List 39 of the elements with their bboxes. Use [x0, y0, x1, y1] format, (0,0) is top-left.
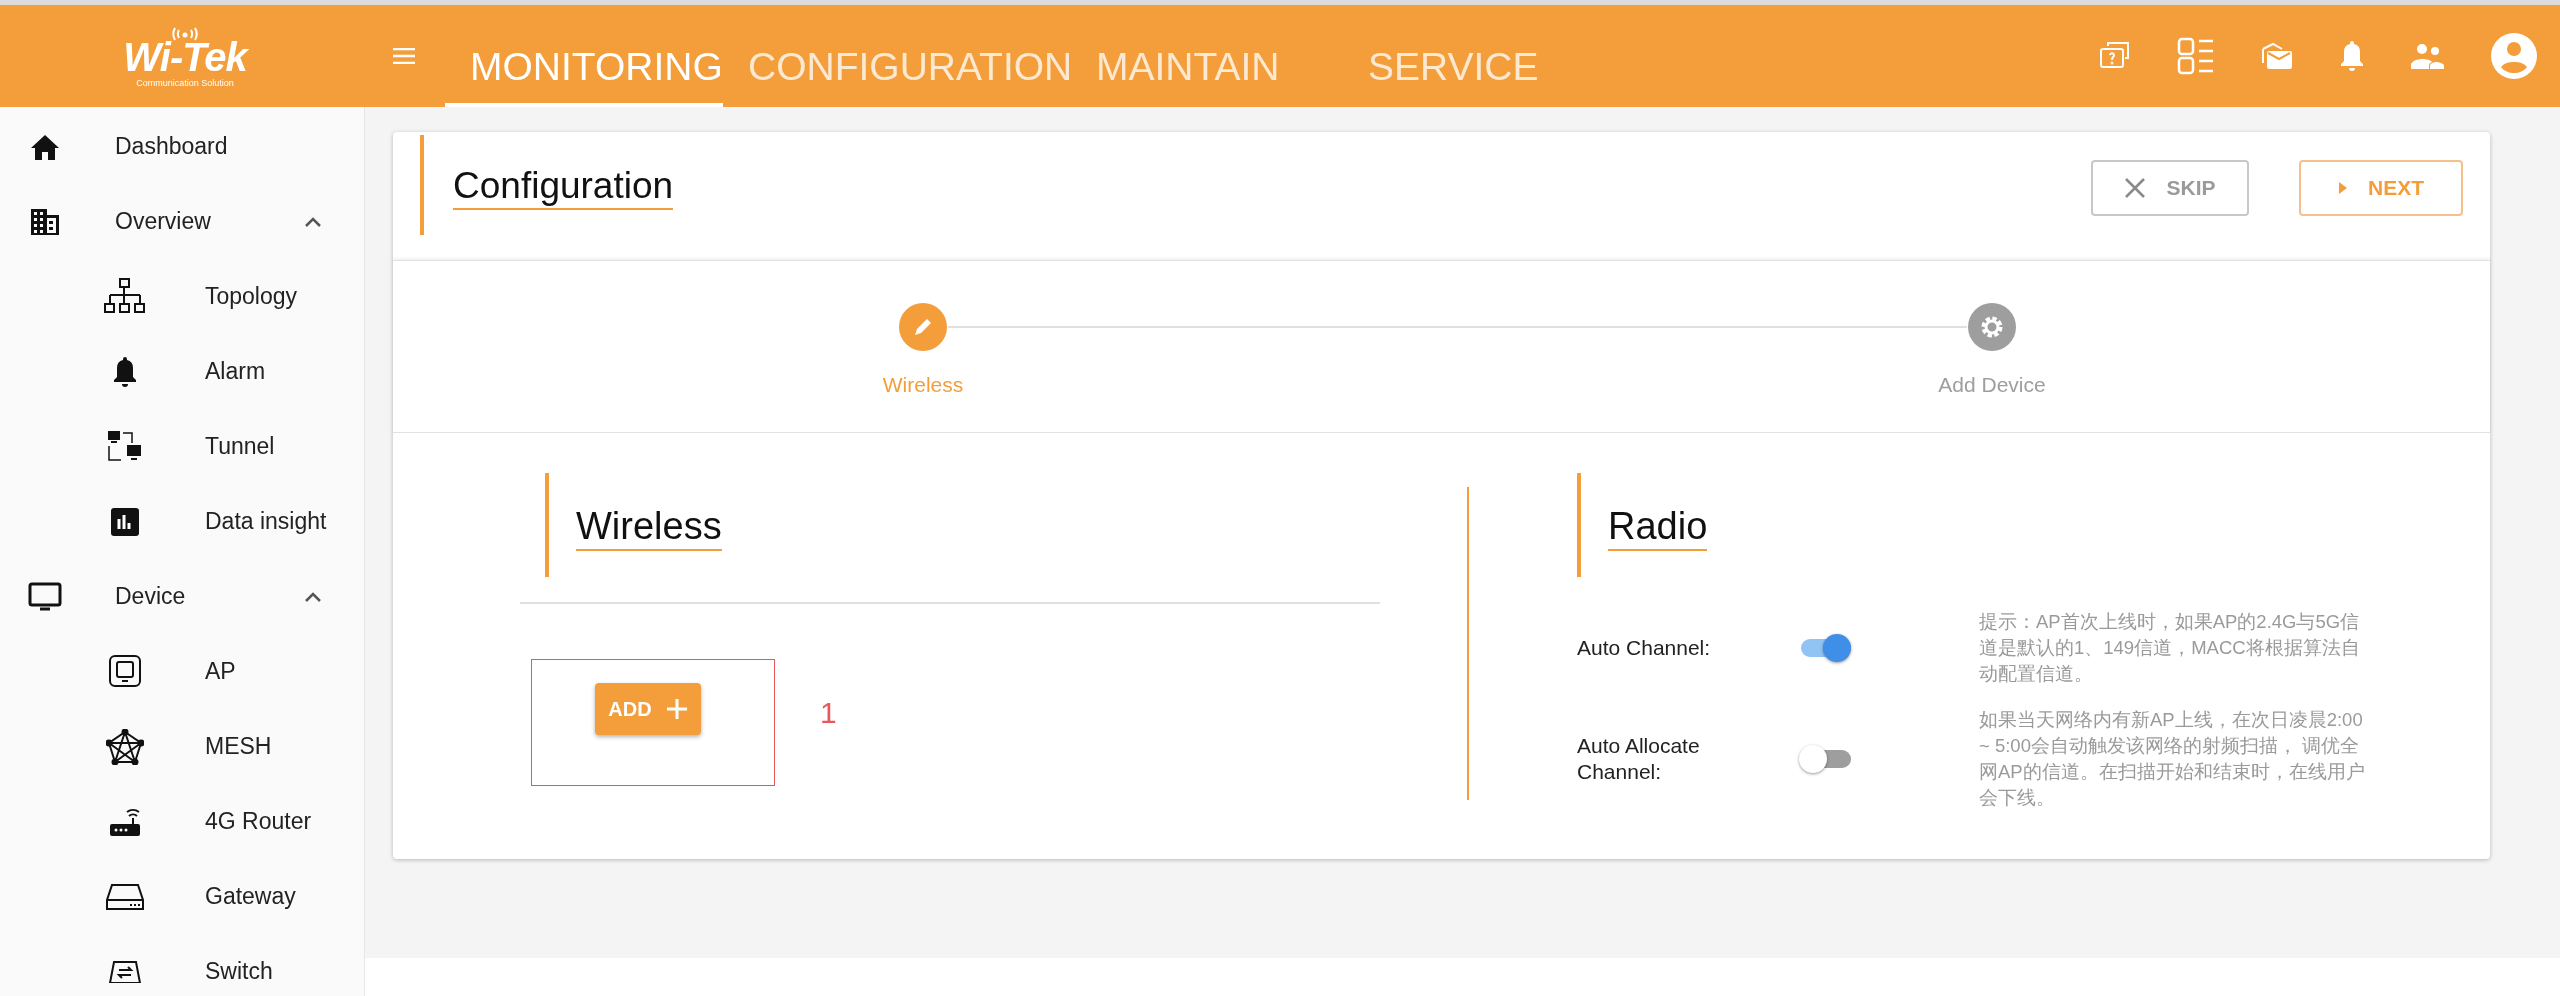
router-icon[interactable] [108, 806, 141, 837]
drive-icon[interactable] [105, 882, 144, 911]
sidebar-item[interactable]: 4G Router [205, 804, 312, 839]
section-title: Radio [1608, 503, 1708, 551]
hint-text: 如果当天网络内有新AP上线，在次日凌晨2:00 ~ 5:00会自动触发该网络的射频扫描， 调优全网AP的信道。在扫描开始和结束时，在线用户会下线。 [1979, 708, 2366, 810]
chevron-up-icon[interactable] [304, 590, 322, 603]
sidebar-item[interactable]: Topology [205, 279, 298, 314]
sidebar-item[interactable]: Tunnel [205, 429, 275, 464]
section-title: Wireless [576, 503, 722, 551]
sidebar-item[interactable]: Switch [205, 954, 273, 989]
sidebar-item[interactable]: Alarm [205, 354, 266, 389]
gear-icon[interactable] [1967, 302, 2017, 352]
plus-icon [665, 698, 688, 720]
monitor-icon[interactable] [28, 581, 62, 612]
logo-tagline: Communication Solution [136, 78, 234, 88]
page-title: Configuration [453, 164, 674, 210]
mesh-network-icon[interactable] [105, 728, 144, 765]
sidebar-item[interactable]: Overview [115, 204, 211, 239]
bar-chart-icon[interactable] [109, 506, 140, 537]
network-monitors-icon[interactable] [106, 429, 143, 464]
setting-label: Auto Channel: [1577, 635, 1712, 661]
sidebar-item[interactable]: Device [115, 579, 186, 614]
sidebar-item[interactable]: MESH [205, 729, 272, 764]
logo-text: Wi-Tek [123, 36, 247, 77]
chevron-up-icon[interactable] [304, 215, 322, 228]
setting-label: Auto Allocate Channel: [1577, 733, 1701, 785]
sidebar-item[interactable]: Gateway [205, 879, 296, 914]
sidebar-item[interactable]: AP [205, 654, 236, 689]
play-icon [2338, 181, 2348, 195]
close-icon [2124, 177, 2147, 199]
home-icon[interactable] [30, 132, 60, 161]
annotation-number: 1 [820, 695, 837, 731]
building-icon[interactable] [29, 207, 61, 236]
access-point-icon[interactable] [108, 654, 141, 689]
sidebar-item[interactable]: Data insight [205, 504, 327, 539]
bell-icon[interactable] [111, 355, 138, 388]
hint-text: 提示：AP首次上线时，如果AP的2.4G与5G信道是默认的1、149信道，MACC将根据算法自动配置信道。 [1979, 610, 2361, 686]
sidebar-item[interactable]: Dashboard [115, 129, 228, 164]
switch-icon[interactable] [107, 960, 142, 983]
